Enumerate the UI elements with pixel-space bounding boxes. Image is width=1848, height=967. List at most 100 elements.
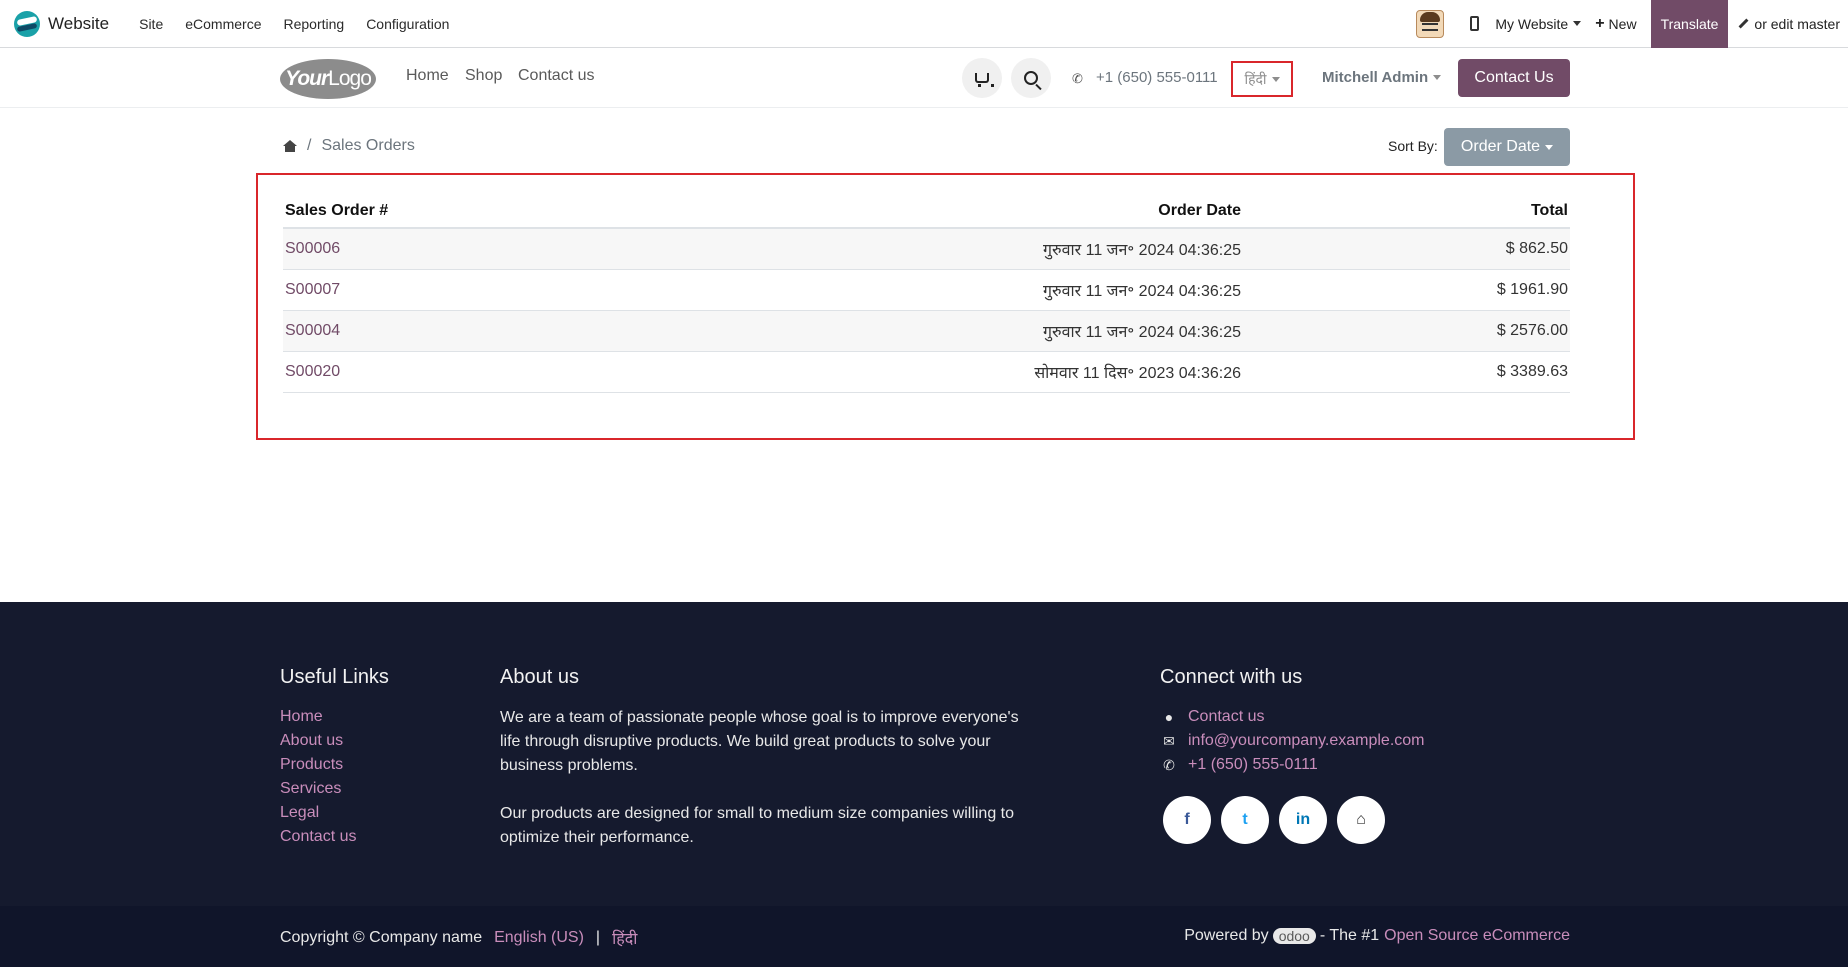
odoo-logo[interactable]: odoo <box>1272 928 1316 944</box>
logo-text-thin: Logo <box>328 67 372 90</box>
nav-home[interactable]: Home <box>406 67 449 85</box>
phone-icon: ✆ <box>1072 71 1083 86</box>
edit-master-button[interactable]: or edit master <box>1738 16 1840 32</box>
connect-email-link[interactable]: info@yourcompany.example.com <box>1188 732 1425 750</box>
my-website-label: My Website <box>1495 15 1569 32</box>
about-title: About us <box>500 666 579 688</box>
table-row[interactable]: S00020 सोमवार 11 दिस॰ 2023 04:36:26 $ 33… <box>283 351 1570 393</box>
facebook-icon: f <box>1184 811 1190 828</box>
order-number-cell: S00007 <box>283 269 903 311</box>
footer-link-services[interactable]: Services <box>280 780 341 798</box>
breadcrumb: / Sales Orders <box>283 137 415 155</box>
chevron-down-icon <box>1271 76 1280 82</box>
user-menu[interactable]: Mitchell Admin <box>1322 69 1442 86</box>
connect-contact-link[interactable]: Contact us <box>1188 708 1264 726</box>
linkedin-button[interactable]: in <box>1279 796 1327 844</box>
comment-icon: ● <box>1164 709 1174 725</box>
home-icon: ⌂ <box>1356 811 1366 828</box>
order-link[interactable]: S00020 <box>285 363 340 380</box>
search-icon <box>1024 71 1038 85</box>
table-row[interactable]: S00007 गुरुवार 11 जन॰ 2024 04:36:25 $ 19… <box>283 269 1570 311</box>
about-text-line: business problems. <box>500 757 638 774</box>
user-avatar[interactable] <box>1416 9 1445 38</box>
connect-phone-link[interactable]: +1 (650) 555-0111 <box>1188 756 1318 774</box>
about-text-line: optimize their performance. <box>500 829 694 846</box>
language-english-link[interactable]: English (US) <box>494 929 584 947</box>
cart-icon <box>975 73 994 87</box>
open-source-ecommerce-link[interactable]: Open Source eCommerce <box>1384 927 1570 945</box>
order-date-cell: गुरुवार 11 जन॰ 2024 04:36:25 <box>903 269 1243 311</box>
website-header: Your Logo Home Shop Contact us ✆ +1 (650)… <box>0 48 1848 108</box>
translate-button[interactable]: Translate <box>1650 0 1729 48</box>
order-link[interactable]: S00007 <box>285 281 340 298</box>
admin-navbar-left: Website Site eCommerce Reporting Configu… <box>0 0 449 47</box>
facebook-button[interactable]: f <box>1163 796 1211 844</box>
footer-link-about[interactable]: About us <box>280 732 343 750</box>
new-button[interactable]: + New <box>1595 15 1636 33</box>
header-phone[interactable]: +1 (650) 555-0111 <box>1096 69 1218 86</box>
home-icon[interactable] <box>283 140 297 152</box>
about-text-line: Our products are designed for small to m… <box>500 805 1015 822</box>
table-header-row: Sales Order # Order Date Total <box>283 194 1570 229</box>
sort-value: Order Date <box>1460 138 1541 155</box>
search-button[interactable] <box>1011 58 1051 98</box>
order-total-cell: $ 2576.00 <box>1243 310 1570 352</box>
pencil-icon <box>1738 18 1749 29</box>
footer-link-legal[interactable]: Legal <box>280 804 319 822</box>
footer-link-products[interactable]: Products <box>280 756 343 774</box>
order-link[interactable]: S00004 <box>285 322 340 339</box>
mobile-preview-icon[interactable] <box>1470 16 1480 31</box>
my-website-dropdown[interactable]: My Website <box>1495 15 1582 32</box>
breadcrumb-current: Sales Orders <box>321 137 415 154</box>
header-total: Total <box>1243 194 1570 229</box>
nav-contact-us[interactable]: Contact us <box>518 67 594 85</box>
sort-dropdown[interactable]: Order Date <box>1444 128 1570 166</box>
website-home-button[interactable]: ⌂ <box>1337 796 1385 844</box>
website-app-icon <box>14 10 40 37</box>
envelope-icon: ✉ <box>1163 733 1175 749</box>
sort-label: Sort By: <box>1388 138 1438 154</box>
about-text-line: We are a team of passionate people whose… <box>500 709 1019 726</box>
language-hindi-link[interactable]: हिंदी <box>612 927 637 949</box>
linkedin-icon: in <box>1295 811 1311 828</box>
order-total-cell: $ 3389.63 <box>1243 351 1570 393</box>
app-name: Website <box>48 13 110 33</box>
nav-shop[interactable]: Shop <box>465 67 502 85</box>
contact-us-button[interactable]: Contact Us <box>1458 59 1570 97</box>
order-date-cell: सोमवार 11 दिस॰ 2023 04:36:26 <box>903 351 1243 393</box>
menu-configuration[interactable]: Configuration <box>366 16 449 32</box>
cart-button[interactable] <box>962 58 1002 98</box>
menu-reporting[interactable]: Reporting <box>283 16 344 32</box>
admin-navbar: Website Site eCommerce Reporting Configu… <box>0 0 1848 48</box>
table-row[interactable]: S00006 गुरुवार 11 जन॰ 2024 04:36:25 $ 86… <box>283 228 1570 270</box>
chevron-down-icon <box>1573 21 1582 26</box>
twitter-button[interactable]: t <box>1221 796 1269 844</box>
connect-title: Connect with us <box>1160 666 1303 688</box>
table-row[interactable]: S00004 गुरुवार 11 जन॰ 2024 04:36:25 $ 25… <box>283 310 1570 352</box>
order-number-cell: S00006 <box>283 228 903 270</box>
menu-ecommerce[interactable]: eCommerce <box>185 16 261 32</box>
company-logo[interactable]: Your Logo <box>280 59 376 99</box>
useful-links-title: Useful Links <box>280 666 389 688</box>
header-order-date: Order Date <box>903 194 1243 229</box>
admin-navbar-right: My Website + New Translate or edit maste… <box>1416 0 1848 48</box>
about-text-line: life through disruptive products. We bui… <box>500 733 991 750</box>
order-date-cell: गुरुवार 11 जन॰ 2024 04:36:25 <box>903 228 1243 270</box>
phone-icon: ✆ <box>1163 757 1175 773</box>
language-separator: | <box>595 929 601 946</box>
language-label: हिंदी <box>1244 70 1267 87</box>
logo-text-bold: Your <box>285 67 329 90</box>
footer-link-contact[interactable]: Contact us <box>280 828 356 846</box>
website-app-menu[interactable]: Website <box>14 10 110 37</box>
order-date-cell: गुरुवार 11 जन॰ 2024 04:36:25 <box>903 310 1243 352</box>
menu-site[interactable]: Site <box>139 16 163 32</box>
language-selector[interactable]: हिंदी <box>1231 61 1293 97</box>
copyright: Copyright © Company name English (US) | … <box>280 927 637 949</box>
powered-by: Powered by odoo - The #1 Open Source eCo… <box>1184 927 1570 945</box>
footer-link-home[interactable]: Home <box>280 708 323 726</box>
copyright-bar: Copyright © Company name English (US) | … <box>0 906 1848 967</box>
powered-by-text: Powered by <box>1184 927 1269 944</box>
edit-master-label: or edit master <box>1754 15 1840 32</box>
breadcrumb-separator: / <box>307 137 312 154</box>
order-link[interactable]: S00006 <box>285 240 340 257</box>
